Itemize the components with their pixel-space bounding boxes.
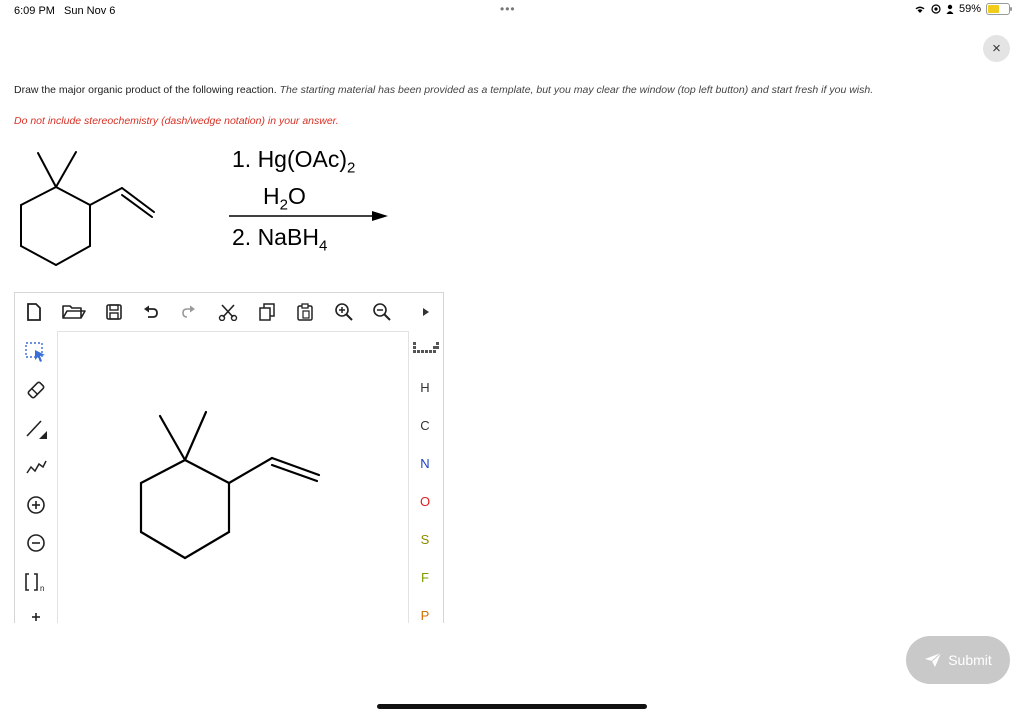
submit-button[interactable]: Submit (906, 636, 1010, 684)
person-icon (946, 4, 954, 14)
clock: 6:09 PM (14, 5, 55, 17)
editor-top-toolbar (15, 293, 443, 331)
save-icon[interactable] (103, 301, 125, 323)
radical-tool-icon[interactable] (23, 606, 49, 623)
reagent-water: H2O (263, 183, 306, 214)
date: Sun Nov 6 (64, 5, 116, 17)
copy-icon[interactable] (256, 301, 278, 323)
undo-icon[interactable] (140, 301, 162, 323)
periodic-table-icon[interactable] (413, 337, 439, 359)
battery-level (988, 5, 999, 13)
battery-icon (986, 3, 1012, 15)
atom-button-h[interactable]: H (413, 380, 437, 395)
atom-button-n[interactable]: N (413, 456, 437, 471)
battery-percent: 59% (958, 3, 981, 15)
question-template-note: The starting material has been provided … (279, 84, 874, 96)
bond-tool-icon[interactable] (23, 415, 49, 441)
question-text: Draw the major organic product of the fo… (14, 84, 873, 96)
open-folder-icon[interactable] (61, 301, 87, 323)
reaction-arrowhead (372, 211, 388, 221)
atom-button-c[interactable]: C (413, 418, 437, 433)
atom-button-s[interactable]: S (413, 532, 437, 547)
select-lasso-icon[interactable] (23, 339, 49, 365)
wifi-icon (915, 6, 925, 13)
atom-button-f[interactable]: F (413, 570, 437, 585)
chain-tool-icon[interactable] (23, 453, 49, 479)
template-molecule[interactable] (58, 332, 408, 623)
new-document-icon[interactable] (23, 301, 45, 323)
cut-icon[interactable] (217, 301, 239, 323)
zoom-in-icon[interactable] (333, 301, 355, 323)
location-lock-icon (931, 4, 941, 14)
charge-plus-icon[interactable] (23, 492, 49, 518)
send-icon (925, 652, 942, 667)
drawing-canvas[interactable] (57, 331, 409, 623)
reagent-step-2: 2. NaBH4 (232, 224, 328, 255)
question-main: Draw the major organic product of the fo… (14, 84, 277, 96)
atom-button-o[interactable]: O (413, 494, 437, 509)
atom-button-p[interactable]: P (413, 608, 437, 623)
close-button[interactable]: × (983, 35, 1010, 62)
submit-label: Submit (948, 652, 992, 668)
home-indicator[interactable] (377, 704, 647, 709)
redo-icon[interactable] (177, 301, 199, 323)
bracket-tool-icon[interactable]: n (23, 569, 49, 595)
expand-arrow-icon[interactable] (418, 301, 434, 323)
stereo-instruction: Do not include stereochemistry (dash/wed… (14, 115, 339, 127)
zoom-out-icon[interactable] (371, 301, 393, 323)
reagent-step-1: 1. Hg(OAc)2 (232, 146, 356, 177)
status-bar: 6:09 PM Sun Nov 6 ••• 59% (0, 0, 1024, 22)
paste-icon[interactable] (294, 301, 316, 323)
structure-editor: n H C N O S F P (14, 292, 444, 623)
eraser-icon[interactable] (23, 377, 49, 403)
multitasking-dots-icon[interactable]: ••• (500, 2, 516, 16)
status-icons: 59% (914, 3, 1012, 15)
bracket-subscript: n (40, 584, 44, 593)
charge-minus-icon[interactable] (23, 530, 49, 556)
